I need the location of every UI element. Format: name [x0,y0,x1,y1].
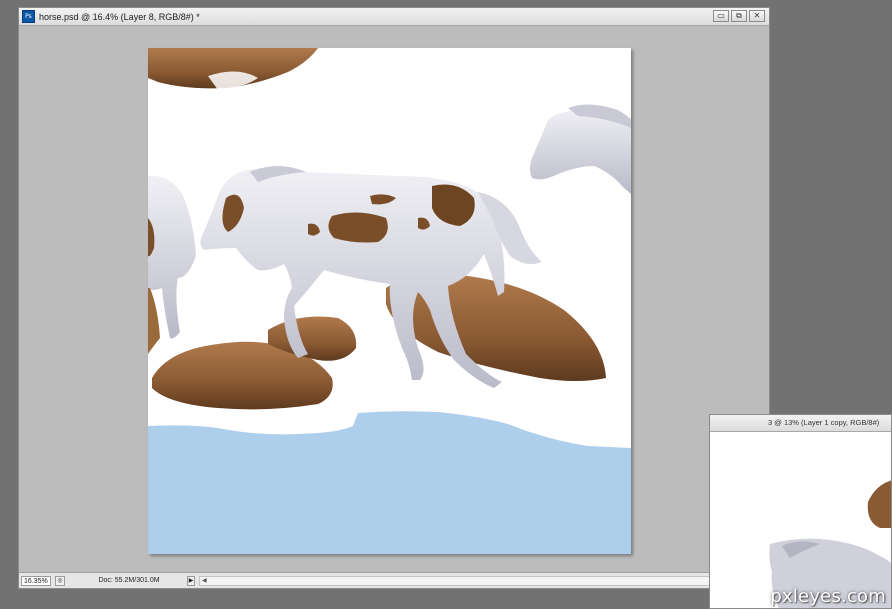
zoom-level-field[interactable]: 16.35% [21,575,51,586]
document-canvas[interactable] [148,48,631,554]
second-canvas-artwork [769,480,891,608]
minimize-button[interactable]: ▭ [713,10,729,22]
scroll-left-arrow-icon[interactable]: ◀ [202,577,207,584]
window-controls: ▭ ⧉ ✕ [713,10,765,22]
document-window-second[interactable]: 3 @ 13% (Layer 1 copy, RGB/8#) [709,414,892,609]
rock-second-canvas [867,480,891,528]
document-titlebar[interactable]: Ps horse.psd @ 16.4% (Layer 8, RGB/8#) *… [19,8,769,26]
canvas-artwork [148,48,631,554]
horizontal-scrollbar[interactable]: ◀ [199,575,767,586]
canvas-pasteboard[interactable] [19,26,769,574]
photoshop-workspace: Ps horse.psd @ 16.4% (Layer 8, RGB/8#) *… [0,0,892,609]
watermark-text: pxleyes.com [770,586,886,607]
close-button[interactable]: ✕ [749,10,765,22]
status-menu-arrow-icon[interactable]: ▶ [187,575,195,586]
photoshop-icon: Ps [22,10,35,23]
status-bar: 16.35% ◎ Doc: 55.2M/301.0M ▶ ◀ [19,572,769,588]
document-size-info[interactable]: Doc: 55.2M/301.0M [71,577,187,584]
horse-right-head [530,104,631,194]
second-document-canvas[interactable] [710,432,891,608]
blue-water-shape [148,411,631,554]
second-document-title[interactable]: 3 @ 13% (Layer 1 copy, RGB/8#) [710,415,891,432]
restore-button[interactable]: ⧉ [731,10,747,22]
document-title: horse.psd @ 16.4% (Layer 8, RGB/8#) * [39,11,200,22]
proof-icon[interactable]: ◎ [55,575,65,586]
document-window-horse[interactable]: Ps horse.psd @ 16.4% (Layer 8, RGB/8#) *… [18,7,770,589]
